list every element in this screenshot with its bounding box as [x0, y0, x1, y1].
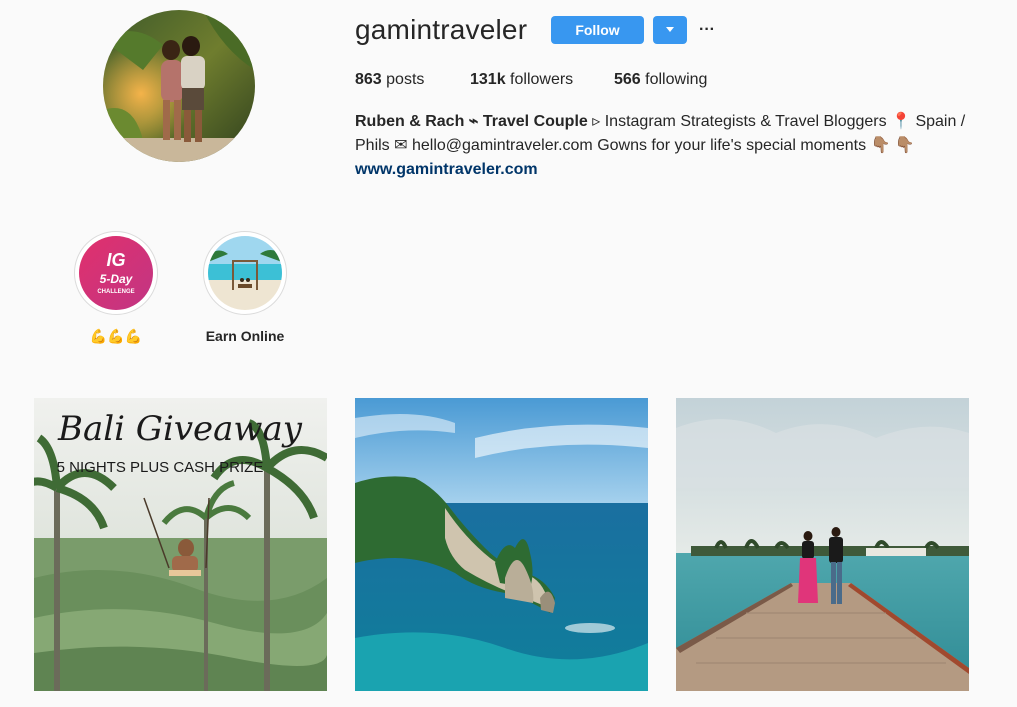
highlight-ring: IG 5-Day CHALLENGE [74, 231, 158, 315]
posts-count: 863 [355, 71, 382, 88]
highlight-cover-subtitle: 5-Day [100, 272, 134, 286]
highlight-cover-title: IG [106, 250, 125, 270]
profile-page: gamintraveler Follow ··· 863 posts 131k … [0, 0, 1017, 707]
followers-label: followers [510, 71, 574, 88]
following-count: 566 [614, 71, 641, 88]
profile-username: gamintraveler [355, 14, 528, 45]
profile-website-link[interactable]: www.gamintraveler.com [355, 158, 985, 182]
highlight-cover [208, 236, 282, 310]
post-overlay-subtitle: 5 NIGHTS PLUS CASH PRIZE [57, 459, 264, 476]
post-thumbnail[interactable] [355, 398, 648, 691]
following-stat[interactable]: 566 following [614, 70, 707, 90]
ig-challenge-cover: IG 5-Day CHALLENGE [79, 236, 153, 310]
highlight-label: 💪💪💪 [89, 328, 143, 344]
avatar-photo [103, 10, 255, 162]
follow-button[interactable]: Follow [551, 16, 644, 44]
more-options-button[interactable]: ··· [697, 18, 717, 42]
suggestions-dropdown-button[interactable] [653, 16, 687, 44]
posts-stat: 863 posts [355, 70, 424, 90]
profile-full-name: Ruben & Rach ⌁ Travel Couple [355, 113, 588, 130]
chevron-down-icon [666, 27, 674, 32]
highlight-cover-tag: CHALLENGE [97, 289, 134, 295]
followers-stat[interactable]: 131k followers [470, 70, 573, 90]
post-image: Bali Giveaway 5 NIGHTS PLUS CASH PRIZE [34, 398, 327, 691]
story-highlight[interactable]: Earn Online [203, 231, 287, 344]
highlight-label: Earn Online [205, 328, 285, 344]
profile-bio: Ruben & Rach ⌁ Travel Couple ▹ Instagram… [355, 110, 985, 182]
post-image [355, 398, 648, 691]
highlight-ring [203, 231, 287, 315]
posts-label: posts [386, 71, 425, 88]
highlight-cover: IG 5-Day CHALLENGE [79, 236, 153, 310]
post-thumbnail[interactable] [676, 398, 969, 691]
beach-cover [208, 236, 282, 310]
story-highlight[interactable]: IG 5-Day CHALLENGE 💪💪💪 [74, 231, 158, 344]
post-thumbnail[interactable]: Bali Giveaway 5 NIGHTS PLUS CASH PRIZE [34, 398, 327, 691]
post-overlay-title: Bali Giveaway [57, 409, 303, 449]
following-label: following [645, 71, 708, 88]
profile-avatar[interactable] [103, 10, 255, 162]
followers-count: 131k [470, 71, 506, 88]
ellipsis-icon: ··· [699, 21, 715, 38]
post-image [676, 398, 969, 691]
